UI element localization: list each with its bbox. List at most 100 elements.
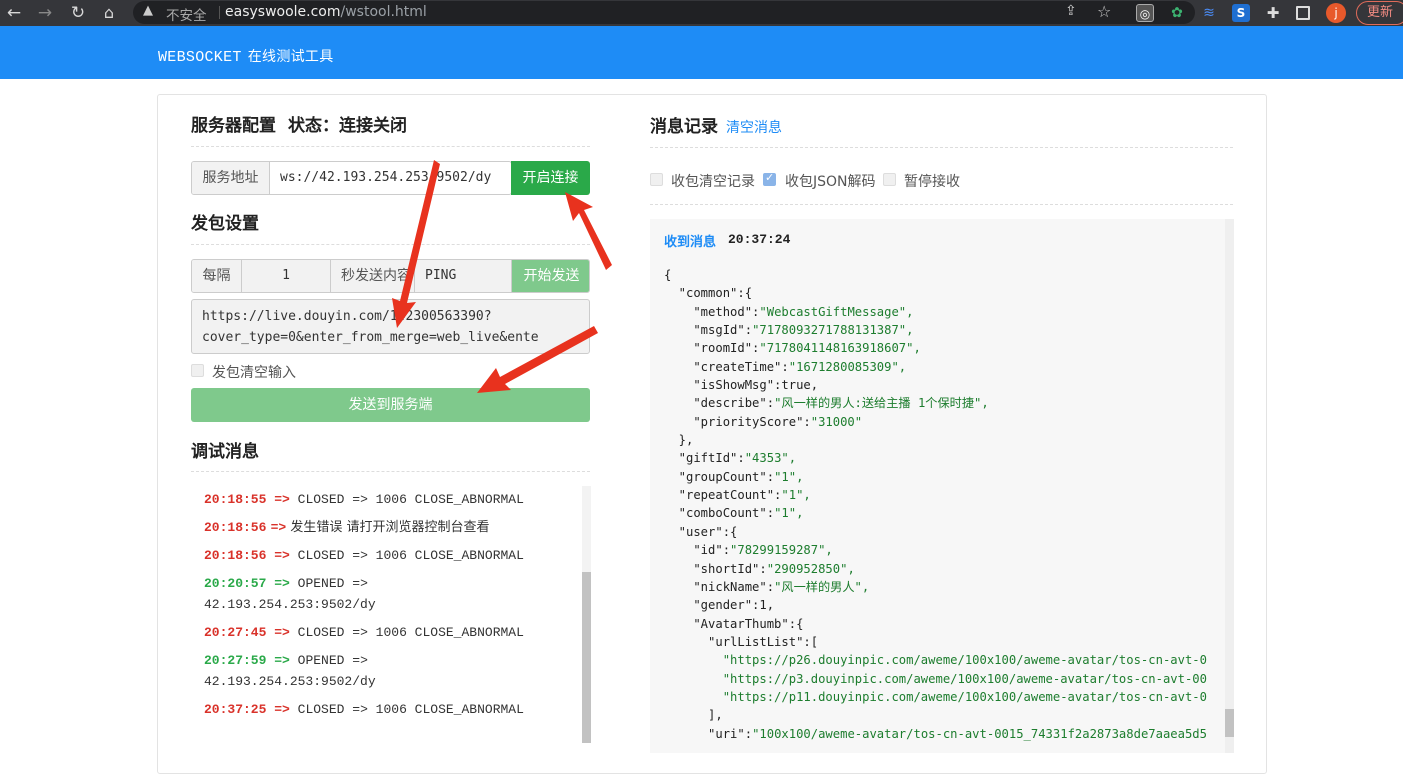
scrollbar-thumb[interactable]	[1225, 709, 1234, 737]
packet-body-textarea[interactable]: https://live.douyin.com/142300563390? co…	[191, 299, 590, 354]
home-icon[interactable]: ⌂	[99, 0, 119, 26]
debug-scrollbar[interactable]	[582, 486, 591, 743]
json-line: "isShowMsg":true,	[664, 378, 819, 393]
log-entry: 20:27:45 => CLOSED => 1006 CLOSE_ABNORMA…	[204, 622, 574, 643]
log-entry: 20:27:59 => OPENED =>	[204, 650, 574, 671]
json-decode-checkbox[interactable]	[763, 171, 776, 186]
json-line: "describe":"风一样的男人:送给主播 1个保时捷",	[664, 396, 989, 411]
extension-icon[interactable]: S	[1232, 4, 1250, 22]
log-entry: 20:18:56 => 发生错误 请打开浏览器控制台查看	[204, 517, 574, 538]
received-time: 20:37:24	[728, 232, 791, 247]
extension-icon[interactable]: ◎	[1136, 4, 1154, 22]
clear-after-send-label: 发包清空输入	[212, 365, 296, 381]
json-line: "https://p11.douyinpic.com/aweme/100x100…	[664, 689, 1207, 704]
json-line: "roomId":"7178041148163918607",	[664, 341, 921, 356]
pause-receive-label: 暂停接收	[904, 174, 960, 190]
json-line: "gender":1,	[664, 598, 775, 613]
server-address-label: 服务地址	[192, 162, 270, 194]
log-time: 20:18:56	[204, 520, 267, 535]
json-line: "priorityScore":"31000"	[664, 414, 863, 429]
send-to-server-button[interactable]: 发送到服务端	[191, 388, 590, 422]
divider	[650, 147, 1233, 148]
log-entry-continued: 42.193.254.253:9502/dy	[204, 597, 376, 612]
log-arrow: =>	[274, 576, 290, 591]
url-path: /wstool.html	[340, 4, 427, 20]
reload-icon[interactable]: ↻	[68, 0, 88, 26]
url-text: easyswoole.com/wstool.html	[225, 4, 427, 20]
back-icon[interactable]: ←	[4, 0, 24, 26]
clear-after-send-checkbox[interactable]	[191, 364, 204, 377]
app-title: WEBSOCKET 在线测试工具	[158, 46, 334, 66]
json-line: "msgId":"7178093271788131387",	[664, 323, 914, 338]
json-line: {	[664, 268, 672, 282]
connection-status: 状态：连接关闭	[288, 116, 407, 136]
bookmark-star-icon[interactable]: ☆	[1097, 2, 1111, 21]
warning-icon: ▲	[143, 3, 153, 18]
puzzle-icon[interactable]: ✚	[1264, 4, 1282, 22]
ping-content-input[interactable]: PING	[415, 260, 512, 292]
seconds-content-label: 秒发送内容	[331, 260, 415, 292]
send-interval-group: 每隔 1 秒发送内容 PING 开始发送	[191, 259, 590, 293]
message-scrollbar[interactable]	[1225, 219, 1234, 753]
scrollbar-thumb[interactable]	[582, 572, 591, 743]
json-line: "method":"WebcastGiftMessage",	[664, 304, 914, 319]
message-log-label: 消息记录	[650, 117, 718, 137]
log-time: 20:27:59	[204, 653, 267, 668]
clear-messages-link[interactable]: 清空消息	[726, 120, 782, 136]
address-bar[interactable]: ▲ 不安全 easyswoole.com/wstool.html ⇪ ☆	[133, 1, 1195, 24]
log-text: OPENED =>	[297, 653, 368, 668]
address-divider	[219, 6, 220, 19]
extension-icon[interactable]: ≋	[1200, 4, 1218, 22]
log-text: 发生错误 请打开浏览器控制台查看	[290, 520, 490, 535]
server-config-label: 服务器配置	[191, 116, 276, 136]
divider	[191, 146, 590, 147]
log-entry: 20:18:55 => CLOSED => 1006 CLOSE_ABNORMA…	[204, 489, 574, 510]
log-entry-continued: 42.193.254.253:9502/dy	[204, 674, 376, 689]
log-time: 20:20:57	[204, 576, 267, 591]
log-text: CLOSED => 1006 CLOSE_ABNORMAL	[297, 548, 524, 563]
received-label: 收到消息	[664, 235, 717, 250]
log-entry: 20:18:56 => CLOSED => 1006 CLOSE_ABNORMA…	[204, 545, 574, 566]
log-time: 20:18:56	[204, 548, 267, 563]
json-line: "user":{	[664, 524, 738, 539]
log-text: OPENED =>	[297, 576, 368, 591]
debug-title: 调试消息	[191, 442, 259, 462]
log-arrow: =>	[270, 520, 287, 535]
json-line: "uri":"100x100/aweme-avatar/tos-cn-avt-0…	[664, 726, 1207, 741]
json-line: "common":{	[664, 286, 753, 301]
forward-icon[interactable]: →	[35, 0, 55, 26]
start-send-button[interactable]: 开始发送	[512, 260, 589, 292]
json-line: "groupCount":"1",	[664, 469, 804, 484]
log-time: 20:18:55	[204, 492, 267, 507]
log-arrow: =>	[274, 492, 290, 507]
clear-on-receive-label: 收包清空记录	[671, 174, 755, 190]
divider	[191, 244, 590, 245]
extension-icon[interactable]: ✿	[1168, 4, 1186, 22]
clear-on-receive-checkbox[interactable]	[650, 173, 663, 186]
browser-toolbar: ← → ↻ ⌂ ▲ 不安全 easyswoole.com/wstool.html…	[0, 0, 1403, 26]
every-label: 每隔	[192, 260, 242, 292]
json-line: "id":"78299159287",	[664, 543, 833, 558]
pause-receive-checkbox[interactable]	[883, 173, 896, 186]
log-arrow: =>	[274, 702, 290, 717]
avatar[interactable]: j	[1326, 3, 1346, 23]
sidebar-icon[interactable]	[1296, 6, 1310, 20]
packet-settings-title: 发包设置	[191, 214, 259, 234]
server-address-input[interactable]: ws://42.193.254.253:9502/dy	[270, 162, 511, 194]
share-icon[interactable]: ⇪	[1065, 3, 1077, 19]
json-line: "createTime":"1671280085309",	[664, 359, 907, 374]
log-text: CLOSED => 1006 CLOSE_ABNORMAL	[297, 702, 524, 717]
app-title-main: WEBSOCKET	[158, 49, 242, 66]
message-log: 收到消息 20:37:24 { "common":{ "method":"Web…	[650, 219, 1233, 753]
update-button[interactable]: 更新	[1356, 1, 1403, 25]
log-entry: 20:20:57 => OPENED =>	[204, 573, 574, 594]
log-time: 20:37:25	[204, 702, 267, 717]
json-line: "comboCount":"1",	[664, 506, 804, 521]
json-line: "urlListList":[	[664, 634, 819, 649]
log-text: CLOSED => 1006 CLOSE_ABNORMAL	[297, 492, 524, 507]
security-label: 不安全	[166, 8, 207, 24]
packet-body-line: cover_type=0&enter_from_merge=web_live&e…	[202, 330, 539, 345]
json-line: "https://p3.douyinpic.com/aweme/100x100/…	[664, 671, 1207, 686]
connect-button[interactable]: 开启连接	[511, 161, 590, 195]
interval-input[interactable]: 1	[242, 260, 331, 292]
